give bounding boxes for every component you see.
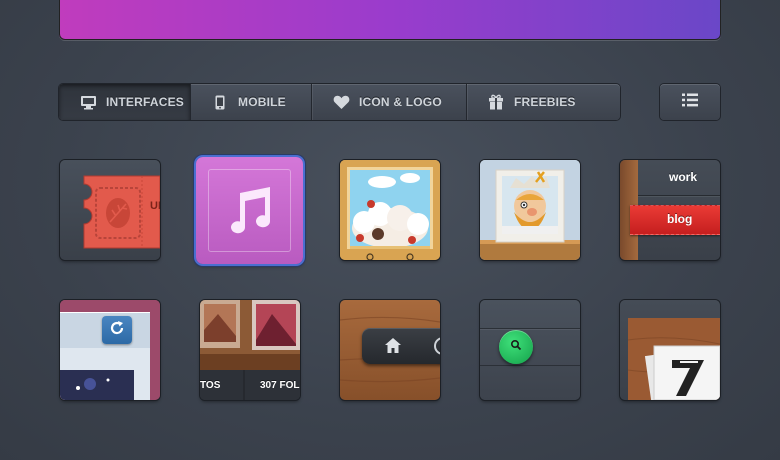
wood-notes-tile[interactable] [620, 300, 720, 400]
browser-illustration [60, 300, 160, 400]
phone-icon [211, 94, 229, 110]
gift-icon [487, 94, 505, 110]
sheep-illustration [340, 160, 440, 260]
menu-item-blog-label: blog [667, 212, 693, 226]
heart-icon [332, 94, 350, 110]
work-blog-menu-tile[interactable]: work blog [620, 160, 720, 260]
menu-item-blog[interactable]: blog [630, 205, 720, 235]
refresh-icon [109, 320, 125, 341]
sheep-picture-frame-tile[interactable] [340, 160, 440, 260]
viking-illustration [480, 160, 580, 260]
refresh-button[interactable] [102, 316, 132, 344]
monitor-icon [79, 94, 97, 110]
folders-shelf-tile[interactable]: TOS 307 FOL [200, 300, 300, 400]
tab-freebies[interactable]: FREEBIES [467, 84, 601, 120]
tab-icon-logo[interactable]: ICON & LOGO [312, 84, 467, 120]
secondary-toolbar-icon[interactable] [434, 337, 440, 355]
folder-right-label: 307 FOL [260, 380, 300, 391]
search-icon [510, 338, 522, 356]
home-icon[interactable] [384, 337, 402, 360]
tab-mobile-label: MOBILE [238, 95, 286, 109]
search-button[interactable] [499, 330, 533, 364]
hero-banner [59, 0, 721, 40]
ticket-tile[interactable]: UI [60, 160, 160, 260]
home-toolbar-tile[interactable] [340, 300, 440, 400]
home-toolbar [362, 328, 440, 364]
notes-illustration [627, 318, 720, 400]
music-note-icon [226, 185, 274, 240]
viking-portrait-tile[interactable] [480, 160, 580, 260]
search-toggle-tile[interactable] [480, 300, 580, 400]
tab-interfaces[interactable]: INTERFACES [59, 84, 191, 120]
tab-mobile[interactable]: MOBILE [191, 84, 312, 120]
menu-divider [638, 195, 720, 196]
list-view-button[interactable] [660, 84, 720, 120]
category-tabs: INTERFACES MOBILE ICON & LOGO FREEBIES [59, 84, 620, 120]
list-icon [682, 93, 698, 112]
folder-left-label: TOS [200, 380, 221, 391]
ticket-label: UI [150, 200, 160, 212]
tab-icon-logo-label: ICON & LOGO [359, 95, 442, 109]
menu-item-work[interactable]: work [669, 170, 697, 184]
browser-refresh-tile[interactable] [60, 300, 160, 400]
ticket-illustration [83, 175, 160, 249]
tab-freebies-label: FREEBIES [514, 95, 576, 109]
music-app-tile[interactable] [196, 157, 303, 264]
tab-interfaces-label: INTERFACES [106, 95, 185, 109]
